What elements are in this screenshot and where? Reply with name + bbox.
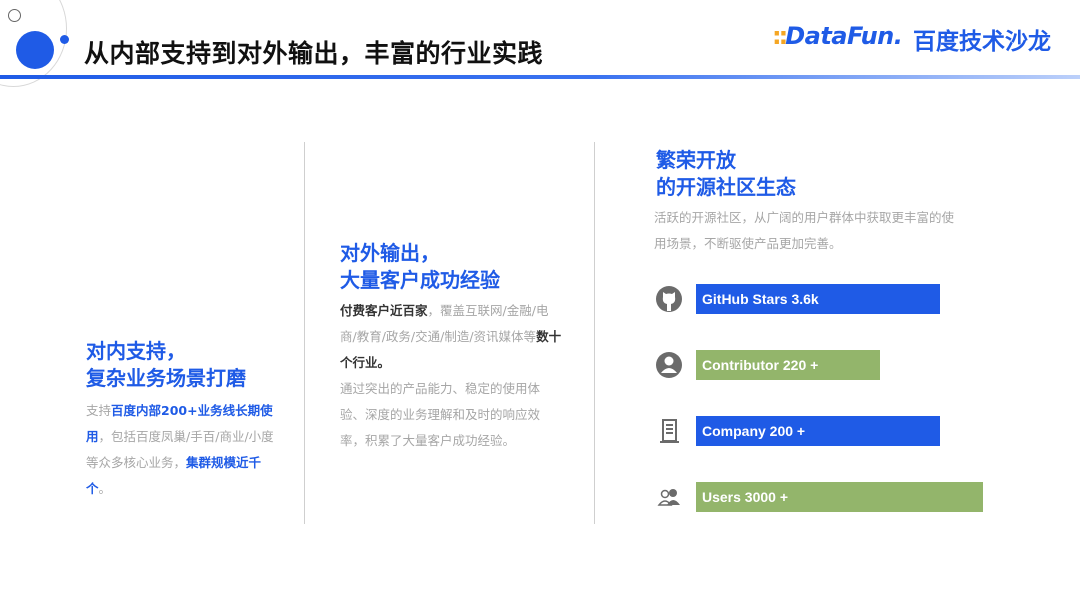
users-icon <box>654 482 684 512</box>
contributor-icon <box>654 350 684 380</box>
col1-heading: 对内支持， 复杂业务场景打磨 <box>86 338 246 392</box>
decorative-blue-dot <box>60 35 69 44</box>
col2-heading-line2: 大量客户成功经验 <box>340 268 500 292</box>
stat-bar-company: Company 200 + <box>696 416 940 446</box>
col3-heading-line2: 的开源社区生态 <box>656 175 796 199</box>
stat-bar-users: Users 3000 + <box>696 482 983 512</box>
header-underline <box>0 75 1080 79</box>
company-icon <box>654 416 684 446</box>
page-title: 从内部支持到对外输出，丰富的行业实践 <box>84 39 544 68</box>
col2-heading-line1: 对外输出， <box>340 241 440 265</box>
decorative-ring <box>8 9 21 22</box>
stat-bar-contributor: Contributor 220 + <box>696 350 880 380</box>
column-divider <box>594 142 595 524</box>
baidu-salon-logo: 百度技术沙龙 <box>913 29 1051 55</box>
col1-heading-line2: 复杂业务场景打磨 <box>86 366 246 390</box>
col3-heading: 繁荣开放 的开源社区生态 <box>656 147 796 201</box>
datafun-logo: ::DataFun. <box>772 22 903 50</box>
decorative-blue-circle <box>16 31 54 69</box>
col1-heading-line1: 对内支持， <box>86 339 186 363</box>
col3-description: 活跃的开源社区，从广阔的用户群体中获取更丰富的使用场景，不断驱使产品更加完善。 <box>654 210 955 251</box>
column-divider <box>304 142 305 524</box>
col2-paragraph: 付费客户近百家，覆盖互联网/金融/电商/教育/政务/交通/制造/资讯媒体等数十个… <box>340 303 562 448</box>
stat-bar-github-stars: GitHub Stars 3.6k <box>696 284 940 314</box>
col3-heading-line1: 繁荣开放 <box>656 148 736 172</box>
col2-heading: 对外输出， 大量客户成功经验 <box>340 240 500 294</box>
github-icon <box>654 284 684 314</box>
col1-paragraph: 支持百度内部200+业务线长期使用，包括百度凤巢/手百/商业/小度等众多核心业务… <box>86 403 274 496</box>
